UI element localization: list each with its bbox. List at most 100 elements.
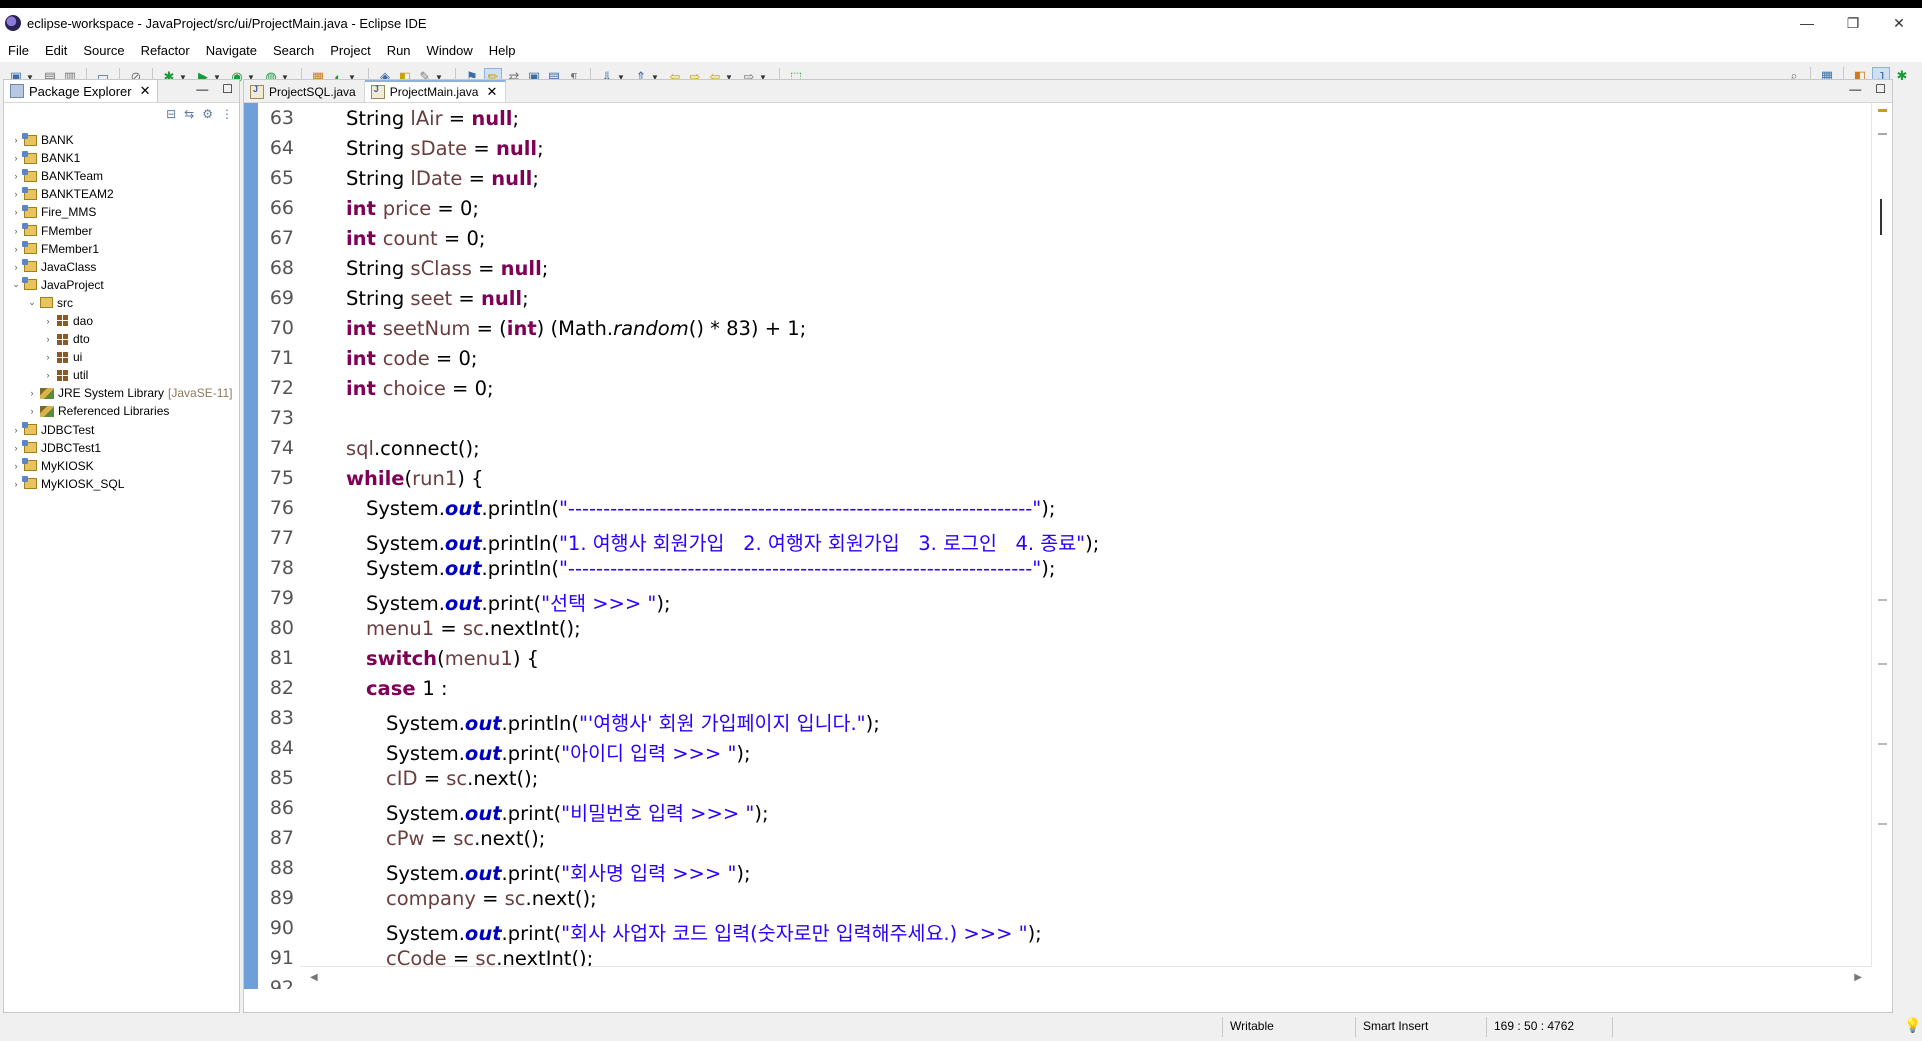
tree-item-fire-mms[interactable]: › Fire_MMS (4, 203, 239, 221)
code-line[interactable]: 78 System.out.println("------------------… (270, 553, 1866, 583)
close-button[interactable]: ✕ (1876, 8, 1922, 38)
code-line[interactable]: 89 company = sc.next(); (270, 883, 1866, 913)
tree-item-fmember[interactable]: › FMember (4, 221, 239, 239)
code-line[interactable]: 65 String lDate = null; (270, 163, 1866, 193)
tree-item-fmember1[interactable]: › FMember1 (4, 240, 239, 258)
collapsed-chevron-icon[interactable]: › (10, 244, 22, 254)
collapsed-chevron-icon[interactable]: › (10, 226, 22, 236)
tree-item-bank1[interactable]: › BANK1 (4, 149, 239, 167)
code-line[interactable]: 79 System.out.print("선택 >>> "); (270, 583, 1866, 615)
tree-item-jdbctest1[interactable]: › JDBCTest1 (4, 439, 239, 457)
collapsed-chevron-icon[interactable]: › (10, 479, 22, 489)
insert-mode-status[interactable]: Smart Insert (1363, 1019, 1428, 1033)
code-line[interactable]: 82 case 1 : (270, 673, 1866, 703)
tree-item-util[interactable]: › util (4, 366, 239, 384)
minimize-button[interactable]: — (1784, 8, 1830, 38)
menu-navigate[interactable]: Navigate (198, 43, 265, 58)
code-line[interactable]: 71 int code = 0; (270, 343, 1866, 373)
lightbulb-icon[interactable]: 💡 (1904, 1017, 1921, 1034)
code-line[interactable]: 84 System.out.print("아이디 입력 >>> "); (270, 733, 1866, 765)
code-line[interactable]: 87 cPw = sc.next(); (270, 823, 1866, 853)
collapsed-chevron-icon[interactable]: › (10, 153, 22, 163)
collapsed-chevron-icon[interactable]: › (26, 406, 38, 416)
menu-file[interactable]: File (0, 43, 37, 58)
scroll-left-icon[interactable]: ◀ (310, 972, 318, 983)
collapsed-chevron-icon[interactable]: › (10, 135, 22, 145)
code-line[interactable]: 74 sql.connect(); (270, 433, 1866, 463)
code-line[interactable]: 68 String sClass = null; (270, 253, 1866, 283)
menu-project[interactable]: Project (322, 43, 378, 58)
scrollbar-thumb[interactable] (1880, 199, 1882, 235)
expanded-chevron-icon[interactable]: ⌄ (26, 297, 38, 308)
vertical-scrollbar[interactable] (1871, 103, 1892, 989)
package-explorer-tab[interactable]: Package Explorer ✕ (4, 80, 158, 102)
tab-projectmain-java[interactable]: ProjectMain.java ✕ (364, 80, 507, 102)
code-line[interactable]: 67 int count = 0; (270, 223, 1866, 253)
maximize-view-icon[interactable]: ☐ (222, 82, 233, 96)
collapsed-chevron-icon[interactable]: › (10, 443, 22, 453)
tree-item-mykiosk-sql[interactable]: › MyKIOSK_SQL (4, 475, 239, 493)
tree-item-jre-system-library[interactable]: › JRE System Library [JavaSE-11] (4, 384, 239, 402)
menu-run[interactable]: Run (379, 43, 419, 58)
code-editor[interactable]: 63 String lAir = null; 64 String sDate = nu… (244, 103, 1892, 989)
filters-icon[interactable]: ⚙ (202, 107, 213, 121)
overview-marker[interactable] (1878, 663, 1887, 665)
collapsed-chevron-icon[interactable]: › (10, 262, 22, 272)
code-line[interactable]: 63 String lAir = null; (270, 103, 1866, 133)
code-line[interactable]: 73 (270, 403, 1866, 433)
code-line[interactable]: 88 System.out.print("회사명 입력 >>> "); (270, 853, 1866, 885)
minimize-view-icon[interactable]: — (196, 82, 208, 96)
collapsed-chevron-icon[interactable]: › (10, 171, 22, 181)
tree-item-src[interactable]: ⌄ src (4, 294, 239, 312)
collapsed-chevron-icon[interactable]: › (42, 334, 54, 344)
collapsed-chevron-icon[interactable]: › (10, 425, 22, 435)
scroll-right-icon[interactable]: ▶ (1854, 972, 1862, 983)
collapsed-chevron-icon[interactable]: › (26, 388, 38, 398)
source-code[interactable]: 63 String lAir = null; 64 String sDate = nu… (270, 103, 1866, 989)
close-icon[interactable]: ✕ (486, 84, 497, 100)
link-with-editor-icon[interactable]: ⇆ (184, 107, 194, 121)
tree-item-bankteam2[interactable]: › BANKTEAM2 (4, 185, 239, 203)
code-line[interactable]: 90 System.out.print("회사 사업자 코드 입력(숫자로만 입력… (270, 913, 1866, 945)
restore-button[interactable]: ❐ (1830, 8, 1876, 38)
warning-marker[interactable] (1878, 109, 1887, 112)
tree-item-javaproject[interactable]: ⌄ JavaProject (4, 276, 239, 294)
menu-refactor[interactable]: Refactor (133, 43, 198, 58)
tree-item-ui[interactable]: › ui (4, 348, 239, 366)
close-icon[interactable]: ✕ (140, 83, 151, 99)
collapsed-chevron-icon[interactable]: › (10, 207, 22, 217)
tree-item-bankteam[interactable]: › BANKTeam (4, 167, 239, 185)
tree-item-dao[interactable]: › dao (4, 312, 239, 330)
menu-source[interactable]: Source (75, 43, 132, 58)
code-line[interactable]: 83 System.out.println("'여행사' 회원 가입페이지 입니다… (270, 703, 1866, 735)
overview-marker[interactable] (1878, 743, 1887, 745)
tree-item-javaclass[interactable]: › JavaClass (4, 258, 239, 276)
code-line[interactable]: 80 menu1 = sc.nextInt(); (270, 613, 1866, 643)
menu-edit[interactable]: Edit (37, 43, 75, 58)
code-line[interactable]: 69 String seet = null; (270, 283, 1866, 313)
debug-perspective-icon[interactable]: ✱ (1894, 68, 1910, 84)
code-line[interactable]: 72 int choice = 0; (270, 373, 1866, 403)
tree-item-referenced-libraries[interactable]: › Referenced Libraries (4, 402, 239, 420)
horizontal-scrollbar[interactable]: ◀ ▶ (300, 966, 1872, 989)
overview-marker[interactable] (1878, 133, 1887, 135)
collapsed-chevron-icon[interactable]: › (42, 370, 54, 380)
expanded-chevron-icon[interactable]: ⌄ (10, 279, 22, 290)
maximize-view-icon[interactable]: ☐ (1875, 82, 1886, 96)
code-line[interactable]: 66 int price = 0; (270, 193, 1866, 223)
code-line[interactable]: 64 String sDate = null; (270, 133, 1866, 163)
collapsed-chevron-icon[interactable]: › (10, 189, 22, 199)
tree-item-jdbctest[interactable]: › JDBCTest (4, 421, 239, 439)
code-line[interactable]: 77 System.out.println("1. 여행사 회원가입 2. 여행자… (270, 523, 1866, 555)
collapsed-chevron-icon[interactable]: › (42, 316, 54, 326)
minimize-view-icon[interactable]: — (1849, 82, 1861, 96)
menu-search[interactable]: Search (265, 43, 322, 58)
code-line[interactable]: 75 while(run1) { (270, 463, 1866, 493)
menu-help[interactable]: Help (481, 43, 524, 58)
code-line[interactable]: 70 int seetNum = (int) (Math.random() * 8… (270, 313, 1866, 343)
tab-projectsql-java[interactable]: ProjectSQL.java (244, 81, 365, 102)
menu-window[interactable]: Window (419, 43, 481, 58)
code-line[interactable]: 76 System.out.println("------------------… (270, 493, 1866, 523)
collapsed-chevron-icon[interactable]: › (10, 461, 22, 471)
collapsed-chevron-icon[interactable]: › (42, 352, 54, 362)
